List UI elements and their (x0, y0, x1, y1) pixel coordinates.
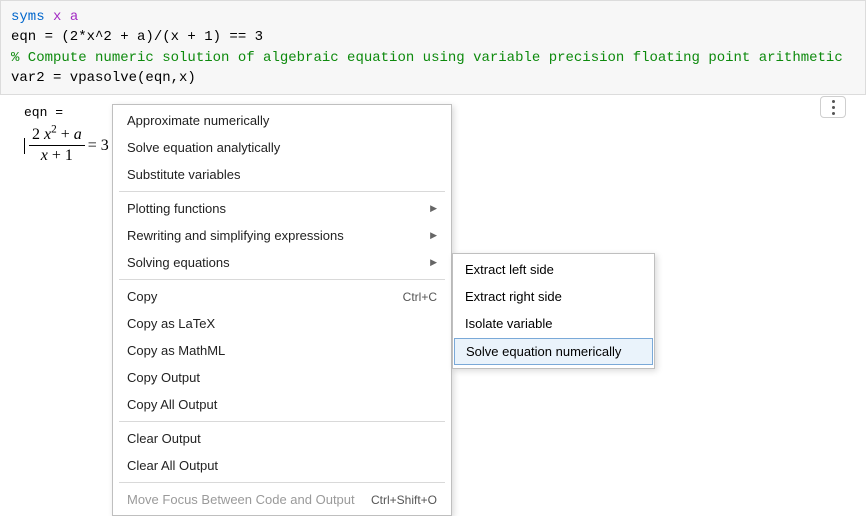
keyword-syms: syms (11, 9, 45, 25)
menu-item-label: Copy (127, 289, 157, 304)
menu-item-label: Approximate numerically (127, 113, 269, 128)
more-options-button[interactable] (820, 96, 846, 118)
menu-item-label: Move Focus Between Code and Output (127, 492, 355, 507)
menu-item-solving-equations[interactable]: Solving equations ▶ (113, 249, 451, 276)
code-line-vpasolve: var2 = vpasolve(eqn,x) (11, 70, 196, 86)
menu-item-clear-all-output[interactable]: Clear All Output (113, 452, 451, 479)
code-comment: % Compute numeric solution of algebraic … (11, 50, 843, 66)
fraction: 2 x2 + a x + 1 (29, 126, 85, 165)
symbol-a: a (70, 9, 78, 25)
submenu-item-label: Extract right side (465, 289, 562, 304)
submenu-item-label: Extract left side (465, 262, 554, 277)
submenu-item-label: Solve equation numerically (466, 344, 621, 359)
menu-shortcut: Ctrl+Shift+O (361, 493, 437, 507)
menu-item-label: Substitute variables (127, 167, 240, 182)
menu-item-copy-latex[interactable]: Copy as LaTeX (113, 310, 451, 337)
menu-item-label: Solving equations (127, 255, 230, 270)
menu-item-copy-all-output[interactable]: Copy All Output (113, 391, 451, 418)
menu-item-substitute-variables[interactable]: Substitute variables (113, 161, 451, 188)
code-line-eqn: eqn = (2*x^2 + a)/(x + 1) == 3 (11, 29, 263, 45)
submenu-item-extract-right[interactable]: Extract right side (453, 283, 654, 310)
menu-item-label: Clear All Output (127, 458, 218, 473)
menu-separator (119, 191, 445, 192)
chevron-right-icon: ▶ (430, 203, 437, 214)
menu-separator (119, 421, 445, 422)
menu-item-label: Copy Output (127, 370, 200, 385)
submenu-item-extract-left[interactable]: Extract left side (453, 256, 654, 283)
menu-item-label: Solve equation analytically (127, 140, 280, 155)
menu-item-clear-output[interactable]: Clear Output (113, 425, 451, 452)
equation-rhs: = 3 (88, 137, 109, 155)
menu-separator (119, 482, 445, 483)
menu-item-label: Copy as MathML (127, 343, 225, 358)
submenu-item-solve-numerically[interactable]: Solve equation numerically (454, 338, 653, 365)
menu-item-solve-analytically[interactable]: Solve equation analytically (113, 134, 451, 161)
menu-separator (119, 279, 445, 280)
menu-item-label: Copy All Output (127, 397, 217, 412)
menu-item-copy-mathml[interactable]: Copy as MathML (113, 337, 451, 364)
fraction-numerator: 2 x2 + a (29, 126, 85, 146)
menu-item-label: Plotting functions (127, 201, 226, 216)
fraction-denominator: x + 1 (38, 146, 76, 165)
menu-item-label: Rewriting and simplifying expressions (127, 228, 344, 243)
menu-item-approximate-numerically[interactable]: Approximate numerically (113, 107, 451, 134)
text-cursor (24, 138, 25, 154)
context-menu: Approximate numerically Solve equation a… (112, 104, 452, 516)
menu-item-copy-output[interactable]: Copy Output (113, 364, 451, 391)
menu-item-rewriting-simplifying[interactable]: Rewriting and simplifying expressions ▶ (113, 222, 451, 249)
code-block[interactable]: syms x a eqn = (2*x^2 + a)/(x + 1) == 3 … (0, 0, 866, 95)
menu-item-label: Copy as LaTeX (127, 316, 215, 331)
submenu-item-isolate-variable[interactable]: Isolate variable (453, 310, 654, 337)
menu-shortcut: Ctrl+C (393, 290, 437, 304)
menu-item-label: Clear Output (127, 431, 201, 446)
menu-item-move-focus: Move Focus Between Code and Output Ctrl+… (113, 486, 451, 513)
chevron-right-icon: ▶ (430, 257, 437, 268)
chevron-right-icon: ▶ (430, 230, 437, 241)
submenu-item-label: Isolate variable (465, 316, 552, 331)
dots-vertical-icon (832, 100, 835, 115)
submenu-solving-equations: Extract left side Extract right side Iso… (452, 253, 655, 369)
symbol-x: x (53, 9, 61, 25)
menu-item-plotting-functions[interactable]: Plotting functions ▶ (113, 195, 451, 222)
menu-item-copy[interactable]: Copy Ctrl+C (113, 283, 451, 310)
